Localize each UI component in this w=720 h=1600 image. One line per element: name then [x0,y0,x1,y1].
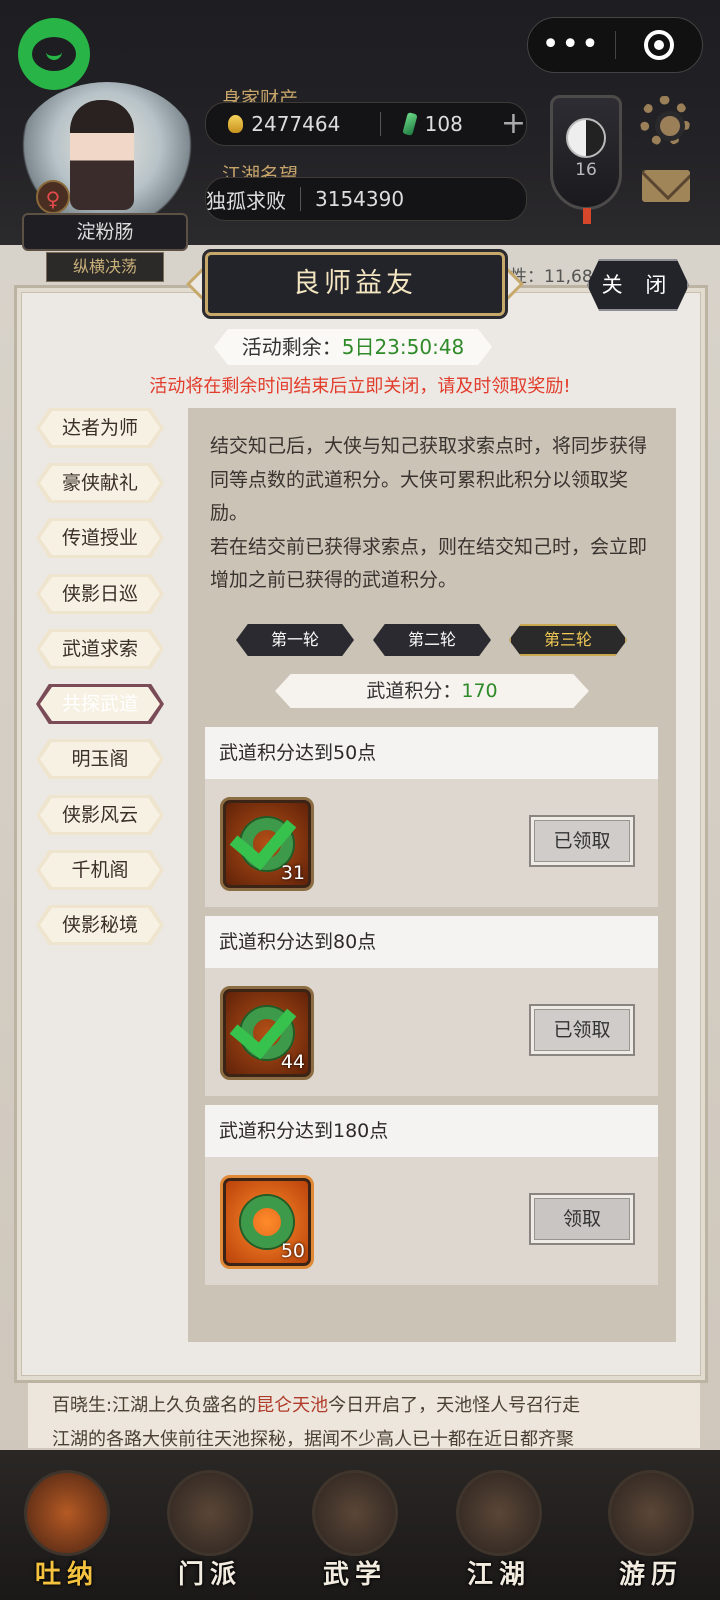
reward-row: 武道积分达到50点 31 已领取 [205,727,658,907]
gender-icon: ♀ [36,180,70,214]
side-tab-label: 明玉阁 [71,748,129,770]
mail-icon[interactable] [642,170,690,202]
activity-description: 结交知己后，大侠与知己获取求索点时，将同步获得同等点数的武道积分。大侠可累积此积… [210,430,660,598]
add-currency-button[interactable]: + [501,109,526,139]
side-tab-xiaying-fengyun[interactable]: 侠影风云 [36,795,164,835]
top-hud: ••• ♀ 淀粉肠 身家财产 2477464 108 + 江湖名望 独孤求败 3… [0,0,720,251]
gold-ingot-icon [228,115,244,133]
news-line: 百晓生:江湖上久负盛名的昆仑天池今日开启了，天池怪人号召行走 [52,1391,580,1417]
close-warning: 活动将在剩余时间结束后立即关闭，请及时领取奖励! [149,376,571,397]
side-tab-label: 侠影日巡 [61,583,138,605]
side-tab-xiaying-mijing[interactable]: 侠影秘境 [36,905,164,945]
timer-value: 5日23:50:48 [341,335,465,359]
item-count: 31 [280,862,305,884]
nav-youli[interactable]: 游历 [596,1462,706,1600]
yinyang-icon [566,118,606,158]
close-miniprogram-icon[interactable] [616,30,703,60]
item-count: 44 [280,1051,305,1073]
side-tab-label: 武道求索 [61,638,138,660]
more-icon[interactable]: ••• [528,30,615,60]
news-suffix: 今日开启了，天池怪人号召行走 [328,1395,581,1416]
side-tab-label: 达者为师 [61,417,138,439]
jade-token-item[interactable]: 31 [220,797,314,891]
nav-label: 门派 [177,1560,242,1590]
nav-wuxue[interactable]: 武学 [300,1462,410,1600]
fame-value: 3154390 [315,187,405,211]
wealth-bar: 2477464 108 + [205,102,527,146]
description-paragraph-2: 若在结交前已获得求索点，则在结交知己时，会立即增加之前已获得的武道积分。 [210,535,648,592]
news-ticker: 百晓生:江湖上久负盛名的昆仑天池今日开启了，天池怪人号召行走 江湖的各路大侠前往… [28,1378,700,1448]
player-name: 淀粉肠 [22,213,188,251]
wechat-logo-icon[interactable] [18,18,90,90]
gold-amount: 2477464 [251,112,341,136]
news-highlight[interactable]: 昆仑天池 [256,1395,328,1416]
claimed-button[interactable]: 已领取 [529,815,635,867]
level-badge[interactable]: 16 [550,95,622,224]
side-tab-daren-weishi[interactable]: 达者为师 [36,408,164,448]
reward-title: 武道积分达到180点 [205,1105,658,1157]
description-paragraph-1: 结交知己后，大侠与知己获取求索点时，将同步获得同等点数的武道积分。大侠可累积此积… [210,435,648,524]
player-subtitle: 纵横决荡 [46,252,164,282]
side-tab-label: 传道授业 [61,527,138,549]
side-tab-label: 侠影风云 [61,804,138,826]
side-tab-label: 豪侠献礼 [61,472,138,494]
jade-icon [402,112,418,136]
nav-tuna[interactable]: 吐纳 [12,1462,122,1600]
scroll-book-icon [312,1470,398,1556]
bottom-nav: 吐纳 门派 武学 江湖 游历 [0,1450,720,1600]
claim-button[interactable]: 领取 [529,1193,635,1245]
side-tab-label: 共探武道 [61,693,138,715]
timer-label: 活动剩余： [241,335,342,359]
activity-timer: 活动剩余：5日23:50:48 [214,329,492,365]
flag-icon [167,1470,253,1556]
nav-label: 游历 [618,1560,683,1590]
level-value: 16 [575,160,597,180]
round-tab-1[interactable]: 第一轮 [236,624,354,656]
horse-icon [608,1470,694,1556]
side-tab-chuandao-shouye[interactable]: 传道授业 [36,518,164,558]
score-display: 武道积分：170 [275,674,589,708]
claimed-button[interactable]: 已领取 [529,1004,635,1056]
news-line-2: 江湖的各路大侠前往天池探秘，据闻不少高人已十都在近日都齐聚 [52,1429,574,1448]
modal-title: 良师益友 [205,252,505,316]
fame-bar: 独孤求败 3154390 [205,177,527,221]
nav-label: 吐纳 [34,1560,99,1590]
reward-row: 武道积分达到180点 50 领取 [205,1105,658,1285]
settings-gear-icon[interactable] [640,96,690,146]
nav-jianghu[interactable]: 江湖 [444,1462,554,1600]
round-tab-3[interactable]: 第三轮 [509,624,627,656]
side-tab-haoxia-xianli[interactable]: 豪侠献礼 [36,463,164,503]
jade-amount: 108 [424,112,463,136]
avatar-portrait [70,100,134,210]
score-label: 武道积分： [366,680,462,702]
score-value: 170 [461,680,498,702]
close-button[interactable]: 关 闭 [587,259,689,311]
side-tab-gongtan-wudao[interactable]: 共探武道 [36,684,164,724]
side-tab-label: 千机阁 [71,859,129,881]
bamboo-hat-icon [456,1470,542,1556]
fame-title: 独孤求败 [206,188,286,213]
reward-row: 武道积分达到80点 44 已领取 [205,916,658,1096]
side-tab-wudao-qiusuo[interactable]: 武道求索 [36,629,164,669]
gourd-icon [24,1470,110,1556]
side-tab-xiaying-rixun[interactable]: 侠影日巡 [36,574,164,614]
nav-label: 武学 [322,1560,387,1590]
jade-token-item[interactable]: 44 [220,986,314,1080]
round-tab-2[interactable]: 第二轮 [373,624,491,656]
side-tab-mingyu-ge[interactable]: 明玉阁 [36,739,164,779]
jade-token-item[interactable]: 50 [220,1175,314,1269]
side-tab-qianji-ge[interactable]: 千机阁 [36,850,164,890]
item-count: 50 [280,1240,305,1262]
miniprogram-capsule: ••• [527,17,703,73]
reward-title: 武道积分达到80点 [205,916,658,968]
reward-title: 武道积分达到50点 [205,727,658,779]
news-prefix: 百晓生:江湖上久负盛名的 [52,1395,257,1416]
nav-label: 江湖 [466,1560,531,1590]
side-tab-label: 侠影秘境 [61,914,138,936]
nav-menpai[interactable]: 门派 [155,1462,265,1600]
